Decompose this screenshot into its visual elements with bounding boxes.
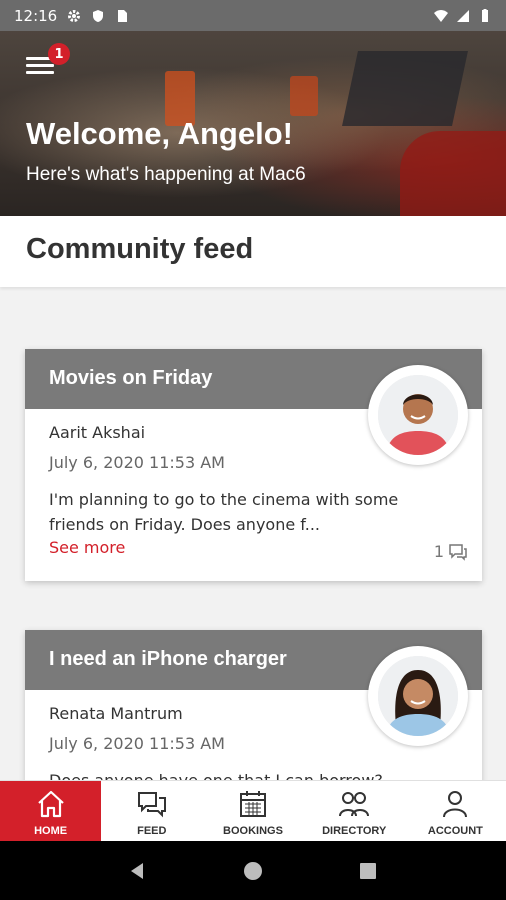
feed-post-card[interactable]: Movies on Friday Aarit Akshai July 6, 20… [25,349,482,581]
banner-photo-sleeve [400,131,506,216]
sim-card-icon [118,9,128,22]
section-header: Community feed [0,216,506,287]
avatar[interactable] [368,646,468,746]
person-icon [443,791,468,818]
post-date: July 6, 2020 11:53 AM [49,734,225,753]
person-photo-icon [378,656,458,736]
avatar[interactable] [368,365,468,465]
home-icon [37,790,64,818]
banner-photo-glass [290,76,318,116]
nav-home-label: HOME [34,825,68,837]
chat-icon [137,792,166,818]
signal-icon [457,9,469,22]
calendar-icon [240,791,266,817]
banner-photo-laptop [342,51,468,126]
nav-feed-label: FEED [137,825,167,837]
back-icon[interactable] [127,860,149,882]
nav-home[interactable]: HOME [0,781,102,841]
nav-account[interactable]: ACCOUNT [405,781,506,841]
welcome-subtitle: Here's what's happening at Mac6 [26,164,306,185]
battery-icon [482,8,488,22]
see-more-link[interactable]: See more [49,538,125,557]
status-time: 12:16 [14,6,58,25]
settings-icon [68,9,81,22]
post-author: Aarit Akshai [49,423,146,442]
comment-icon [449,543,467,561]
nav-directory-label: DIRECTORY [322,825,387,837]
nav-directory[interactable]: DIRECTORY [304,781,405,841]
wifi-icon [434,9,448,22]
comment-count[interactable]: 1 [434,542,468,561]
nav-feed[interactable]: FEED [101,781,202,841]
welcome-title: Welcome, Angelo! [26,116,293,151]
nav-bookings[interactable]: BOOKINGS [202,781,303,841]
shield-icon [93,9,104,22]
notification-badge: 1 [48,43,70,65]
recents-icon[interactable] [357,860,379,882]
system-navigation [0,841,506,900]
comment-count-value: 1 [433,542,444,561]
post-author: Renata Mantrum [49,704,183,723]
post-body: I'm planning to go to the cinema with so… [49,490,399,534]
person-photo-icon [378,375,458,455]
home-circle-icon[interactable] [242,860,264,882]
welcome-banner: 1 Welcome, Angelo! Here's what's happeni… [0,31,506,216]
section-title: Community feed [26,233,254,265]
status-bar: 12:16 [0,0,506,31]
nav-account-label: ACCOUNT [427,825,483,837]
people-icon [339,792,370,817]
post-date: July 6, 2020 11:53 AM [49,453,225,472]
nav-bookings-label: BOOKINGS [223,825,283,837]
bottom-navigation: HOME FEED BOOKINGS DIRECTORY ACCOUNT [0,780,506,841]
